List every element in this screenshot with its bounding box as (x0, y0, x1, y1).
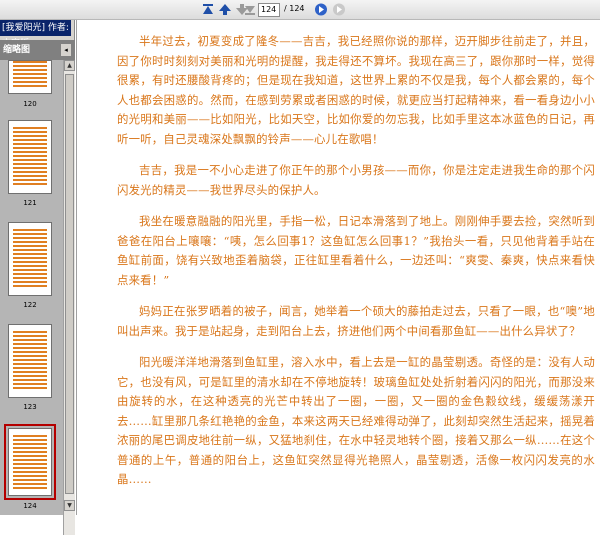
scroll-up-button[interactable]: ▲ (64, 60, 75, 71)
page-thumbnail[interactable] (8, 60, 52, 94)
first-page-button[interactable] (200, 2, 216, 17)
page-thumbnail[interactable] (8, 324, 52, 398)
first-page-icon (203, 4, 213, 14)
paragraph: 半年过去，初夏变成了隆冬——吉吉，我已经照你说的那样，迈开脚步往前走了，并且，因… (117, 34, 595, 146)
go-button[interactable] (313, 2, 329, 17)
thumbnail-label: 124 (23, 502, 37, 510)
collapse-panel-button[interactable]: ◂ (60, 43, 72, 57)
circle-arrow-icon (333, 3, 345, 16)
disabled-nav-button[interactable] (331, 2, 347, 17)
scroll-thumb[interactable] (65, 74, 74, 494)
paragraph: 吉吉，我是一不小心走进了你正午的那个小男孩——而你，你是注定走进我生命的那个闪闪… (117, 163, 595, 197)
last-page-button[interactable] (244, 2, 256, 17)
page-thumbnail-selected[interactable] (4, 424, 56, 500)
thumbnail-label: 121 (23, 199, 37, 207)
window-title: [我爱阳光] 作者: 文字版 (0, 20, 71, 49)
viewer-toolbar: 124 / 124 (0, 0, 600, 20)
thumbnail-label: 122 (23, 301, 37, 309)
thumbnail-label: 123 (23, 403, 37, 411)
prev-page-button[interactable] (217, 2, 233, 17)
thumbnail-list: 120 121 122 123 124 (0, 60, 63, 515)
scroll-down-button[interactable]: ▼ (64, 500, 75, 511)
page-thumbnail[interactable] (8, 120, 52, 194)
thumbnail-sidebar: [我爱阳光] 作者: 文字版 缩略图 ◂ 120 121 122 123 124… (0, 20, 75, 535)
document-text: 半年过去，初夏变成了隆冬——吉吉，我已经照你说的那样，迈开脚步往前走了，并且，因… (117, 32, 595, 502)
prev-page-icon (219, 4, 231, 15)
document-view[interactable]: 半年过去，初夏变成了隆冬——吉吉，我已经照你说的那样，迈开脚步往前走了，并且，因… (76, 20, 600, 515)
go-icon (315, 3, 327, 16)
page-thumbnail[interactable] (8, 222, 52, 296)
paragraph: 妈妈正在张罗晒着的被子，闻言，她举着一个硕大的藤拍走过去，只看了一眼，也“噢”地… (117, 304, 595, 338)
page-total-label: / 124 (284, 4, 305, 13)
sidebar-scrollbar[interactable]: ▲ ▼ (63, 60, 75, 535)
page-number-input[interactable]: 124 (258, 3, 280, 17)
thumbnail-label: 120 (23, 100, 37, 108)
last-page-icon (245, 6, 255, 15)
paragraph: 阳光暖洋洋地滑落到鱼缸里，溶入水中，看上去是一缸的晶莹剔透。奇怪的是：没有人动它… (117, 355, 595, 486)
paragraph: 我坐在暖意融融的阳光里，手指一松，日记本滑落到了地上。刚刚伸手要去捡，突然听到爸… (117, 214, 595, 287)
